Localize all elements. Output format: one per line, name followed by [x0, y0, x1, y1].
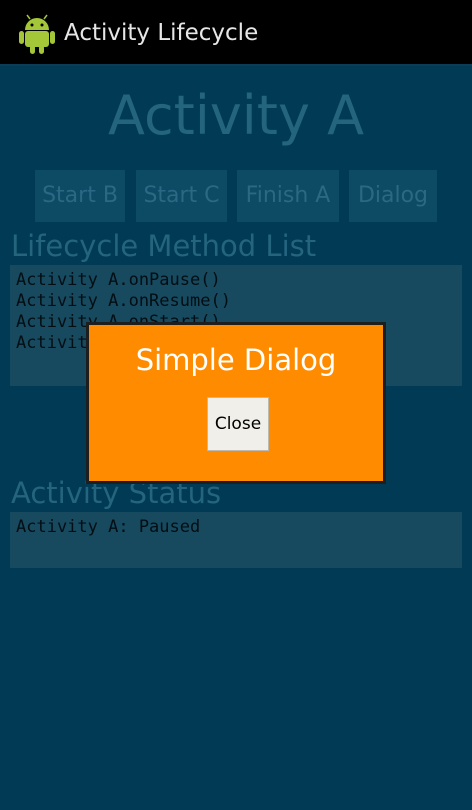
dialog-button[interactable]: Dialog — [349, 170, 437, 222]
status-text: Activity A: Paused — [16, 517, 201, 537]
activity-title: Activity A — [107, 84, 365, 147]
lifecycle-list-label: Lifecycle Method List — [11, 229, 317, 263]
activity-status-box: Activity A: Paused — [10, 512, 462, 568]
start-b-button[interactable]: Start B — [35, 170, 125, 222]
dialog-title: Simple Dialog — [135, 343, 337, 377]
list-item: Activity A.onPause() — [16, 270, 221, 290]
android-robot-icon — [19, 14, 55, 54]
simple-dialog: Simple Dialog Close — [86, 322, 386, 484]
list-item: Activity A.onResume() — [16, 291, 231, 311]
app-title: Activity Lifecycle — [64, 20, 259, 46]
finish-a-button[interactable]: Finish A — [237, 170, 339, 222]
start-c-button[interactable]: Start C — [136, 170, 227, 222]
title-bar: Activity Lifecycle — [0, 0, 472, 66]
close-button[interactable]: Close — [207, 397, 269, 451]
